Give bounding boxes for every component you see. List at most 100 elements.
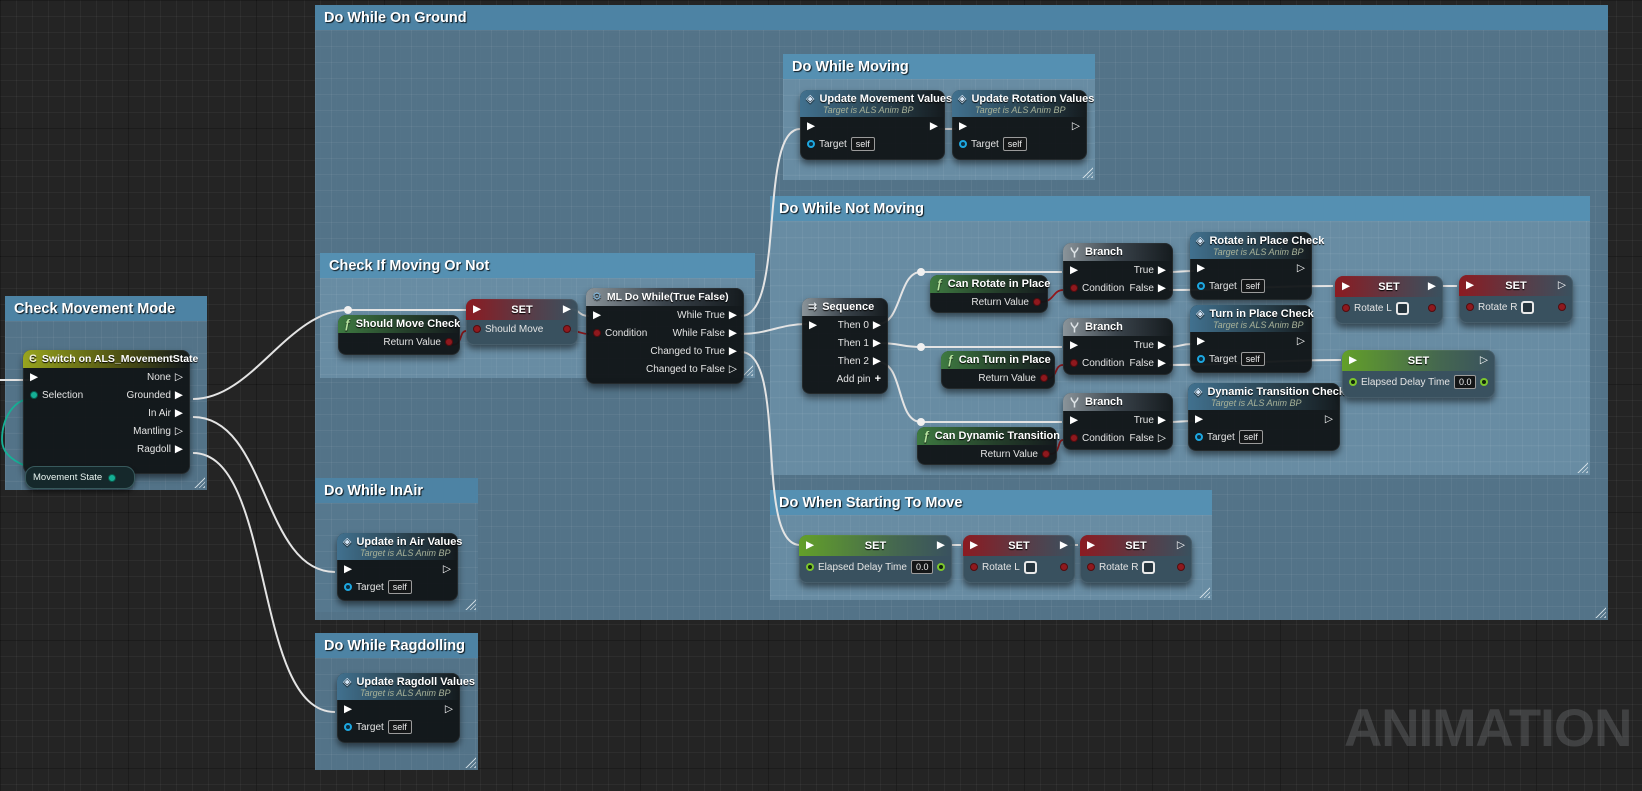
set-elapsed-delay-time-node[interactable]: ▶SET▷ Elapsed Delay Time0.0 bbox=[1342, 350, 1495, 398]
exec-in-pin[interactable]: ▶ bbox=[1197, 336, 1205, 347]
comment-do-while-not-moving[interactable]: Do While Not Moving bbox=[770, 196, 1590, 475]
exec-out-pin[interactable]: ▷ bbox=[1072, 121, 1080, 132]
target-pin[interactable] bbox=[344, 583, 352, 591]
exec-out-pin[interactable]: ▶ bbox=[930, 121, 938, 132]
branch-node-dynamic[interactable]: Branch ▶True▶ ConditionFalse▷ bbox=[1063, 393, 1173, 450]
should-move-check-node[interactable]: ƒShould Move Check Return Value bbox=[338, 315, 460, 355]
rotate-r-out-pin[interactable] bbox=[1558, 303, 1566, 311]
comment-header[interactable]: Do While InAir bbox=[315, 478, 478, 503]
false-pin[interactable]: ▷ bbox=[1158, 433, 1166, 444]
elapsed-delay-time-in-pin[interactable] bbox=[1349, 378, 1357, 386]
exec-out-pin[interactable]: ▷ bbox=[1177, 540, 1185, 551]
target-self-box[interactable]: self bbox=[1241, 279, 1265, 293]
return-value-pin[interactable] bbox=[1033, 298, 1041, 306]
update-in-air-values-node[interactable]: ◈Update in Air ValuesTarget is ALS Anim … bbox=[337, 533, 458, 601]
exec-in-pin[interactable]: ▶ bbox=[593, 310, 601, 321]
set-rotate-l-node[interactable]: ▶SET▶ Rotate L bbox=[1335, 276, 1443, 324]
target-self-box[interactable]: self bbox=[388, 580, 412, 594]
target-pin[interactable] bbox=[344, 723, 352, 731]
exec-in-pin[interactable]: ▶ bbox=[807, 121, 815, 132]
rotate-l-checkbox[interactable] bbox=[1024, 561, 1037, 574]
exec-out-pin[interactable]: ▷ bbox=[1558, 280, 1566, 291]
exec-in-pin[interactable]: ▶ bbox=[970, 540, 978, 551]
dynamic-transition-check-node[interactable]: ◈Dynamic Transition CheckTarget is ALS A… bbox=[1188, 383, 1340, 451]
exec-out-pin-grounded[interactable]: ▶ bbox=[175, 390, 183, 401]
exec-in-pin[interactable]: ▶ bbox=[1342, 281, 1350, 292]
then0-pin[interactable]: ▶ bbox=[873, 320, 881, 331]
target-pin[interactable] bbox=[1195, 433, 1203, 441]
exec-out-pin-ragdoll[interactable]: ▶ bbox=[175, 444, 183, 455]
exec-in-pin[interactable]: ▶ bbox=[1070, 265, 1078, 276]
elapsed-delay-time-out-pin[interactable] bbox=[1480, 378, 1488, 386]
exec-out-pin[interactable]: ▷ bbox=[443, 564, 451, 575]
changed-to-true-pin[interactable]: ▶ bbox=[729, 346, 737, 357]
exec-out-pin-in-air[interactable]: ▶ bbox=[175, 408, 183, 419]
exec-wire[interactable] bbox=[193, 417, 335, 572]
add-pin-icon[interactable]: + bbox=[875, 374, 881, 385]
exec-in-pin[interactable]: ▶ bbox=[344, 704, 352, 715]
switch-on-als-movementstate-node[interactable]: ЄSwitch on ALS_MovementState ▶None▷ Sele… bbox=[23, 350, 190, 474]
rotate-r-checkbox[interactable] bbox=[1142, 561, 1155, 574]
comment-header[interactable]: Do While Not Moving bbox=[770, 196, 1590, 221]
can-turn-in-place-node[interactable]: ƒCan Turn in Place Return Value bbox=[941, 351, 1055, 389]
exec-out-pin[interactable]: ▷ bbox=[1297, 263, 1305, 274]
set-elapsed-delay-time-node[interactable]: ▶SET▶ Elapsed Delay Time0.0 bbox=[799, 535, 952, 583]
update-ragdoll-values-node[interactable]: ◈Update Ragdoll ValuesTarget is ALS Anim… bbox=[337, 673, 460, 743]
movement-state-variable-node[interactable]: Movement State bbox=[25, 466, 135, 489]
then1-pin[interactable]: ▶ bbox=[873, 338, 881, 349]
set-rotate-r-node[interactable]: ▶SET▷ Rotate R bbox=[1459, 275, 1573, 323]
elapsed-value-box[interactable]: 0.0 bbox=[911, 560, 934, 574]
rotate-l-in-pin[interactable] bbox=[1342, 304, 1350, 312]
rotate-r-in-pin[interactable] bbox=[1466, 303, 1474, 311]
turn-in-place-check-node[interactable]: ◈Turn in Place CheckTarget is ALS Anim B… bbox=[1190, 305, 1312, 373]
rotate-r-checkbox[interactable] bbox=[1521, 301, 1534, 314]
condition-pin[interactable] bbox=[1070, 284, 1078, 292]
exec-in-pin[interactable]: ▶ bbox=[1195, 414, 1203, 425]
elapsed-delay-time-out-pin[interactable] bbox=[937, 563, 945, 571]
exec-out-pin[interactable]: ▷ bbox=[1297, 336, 1305, 347]
target-self-box[interactable]: self bbox=[1241, 352, 1265, 366]
exec-out-pin-mantling[interactable]: ▷ bbox=[175, 426, 183, 437]
movement-state-out-pin[interactable] bbox=[108, 474, 116, 482]
exec-out-pin[interactable]: ▶ bbox=[563, 304, 571, 315]
exec-in-pin[interactable]: ▶ bbox=[806, 540, 814, 551]
condition-pin[interactable] bbox=[1070, 434, 1078, 442]
should-move-in-pin[interactable] bbox=[473, 325, 481, 333]
while-false-pin[interactable]: ▶ bbox=[729, 328, 737, 339]
return-value-pin[interactable] bbox=[445, 338, 453, 346]
ml-do-while-node[interactable]: ⚙ML Do While(True False) ▶While True▶ Co… bbox=[586, 288, 744, 384]
can-rotate-in-place-node[interactable]: ƒCan Rotate in Place Return Value bbox=[930, 275, 1048, 313]
exec-in-pin[interactable]: ▶ bbox=[1197, 263, 1205, 274]
exec-out-pin[interactable]: ▶ bbox=[1060, 540, 1068, 551]
exec-out-pin[interactable]: ▷ bbox=[1480, 355, 1488, 366]
sequence-node[interactable]: ⇉Sequence ▶Then 0▶ Then 1▶ Then 2▶ Add p… bbox=[802, 298, 888, 394]
while-true-pin[interactable]: ▶ bbox=[729, 310, 737, 321]
rotate-r-in-pin[interactable] bbox=[1087, 563, 1095, 571]
branch-node-rotate[interactable]: Branch ▶True▶ ConditionFalse▶ bbox=[1063, 243, 1173, 300]
true-pin[interactable]: ▶ bbox=[1158, 265, 1166, 276]
true-pin[interactable]: ▶ bbox=[1158, 340, 1166, 351]
branch-node-turn[interactable]: Branch ▶True▶ ConditionFalse▶ bbox=[1063, 318, 1173, 375]
exec-in-pin[interactable]: ▶ bbox=[1349, 355, 1357, 366]
exec-in-pin[interactable]: ▶ bbox=[1070, 340, 1078, 351]
exec-in-pin[interactable]: ▶ bbox=[809, 320, 817, 331]
comment-header[interactable]: Check If Moving Or Not bbox=[320, 253, 755, 278]
then2-pin[interactable]: ▶ bbox=[873, 356, 881, 367]
exec-in-pin[interactable]: ▶ bbox=[959, 121, 967, 132]
target-self-box[interactable]: self bbox=[1003, 137, 1027, 151]
target-pin[interactable] bbox=[1197, 355, 1205, 363]
update-rotation-values-node[interactable]: ◈Update Rotation ValuesTarget is ALS Ani… bbox=[952, 90, 1087, 160]
should-move-out-pin[interactable] bbox=[563, 325, 571, 333]
changed-to-false-pin[interactable]: ▷ bbox=[729, 364, 737, 375]
target-pin[interactable] bbox=[959, 140, 967, 148]
rotate-l-checkbox[interactable] bbox=[1396, 302, 1409, 315]
elapsed-delay-time-in-pin[interactable] bbox=[806, 563, 814, 571]
return-value-pin[interactable] bbox=[1042, 450, 1050, 458]
comment-header[interactable]: Check Movement Mode bbox=[5, 296, 207, 321]
target-self-box[interactable]: self bbox=[388, 720, 412, 734]
exec-wire[interactable] bbox=[193, 453, 335, 712]
target-self-box[interactable]: self bbox=[1239, 430, 1263, 444]
exec-out-pin[interactable]: ▶ bbox=[1428, 281, 1436, 292]
exec-in-pin[interactable]: ▶ bbox=[344, 564, 352, 575]
rotate-in-place-check-node[interactable]: ◈Rotate in Place CheckTarget is ALS Anim… bbox=[1190, 232, 1312, 300]
